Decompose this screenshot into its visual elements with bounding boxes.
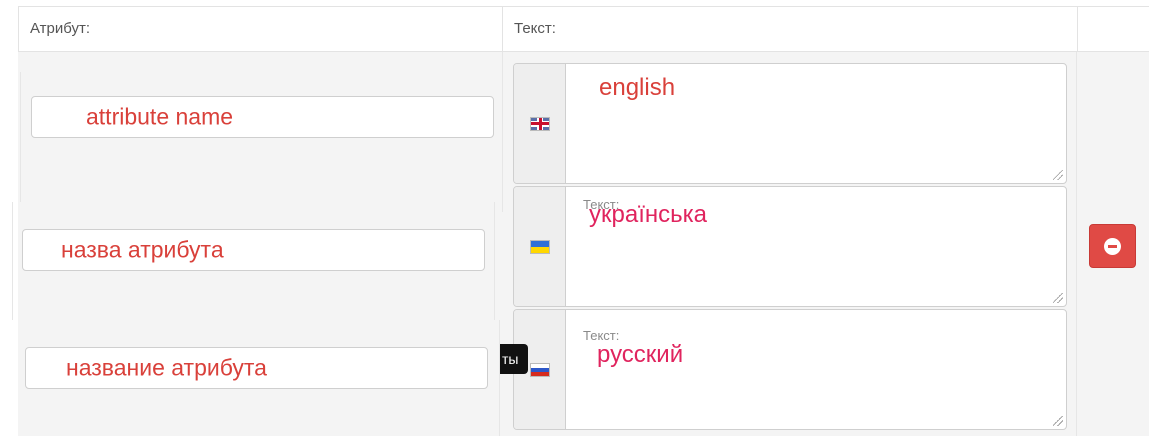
- column-divider: [12, 202, 13, 320]
- table-header: Атрибут: Текст:: [18, 6, 1149, 52]
- ua-flag-icon: [530, 239, 550, 254]
- resize-handle-icon[interactable]: [1053, 416, 1063, 426]
- ru-flag-icon: [530, 362, 550, 377]
- attribute-name-input-ru[interactable]: название атрибута: [25, 347, 488, 389]
- text-value: русский: [597, 341, 684, 368]
- column-divider: [494, 202, 495, 320]
- text-value: українська: [589, 201, 707, 228]
- attribute-name-value: назва атрибута: [61, 236, 224, 263]
- header-text: Текст:: [514, 20, 556, 37]
- text-value: english: [599, 74, 676, 101]
- tooltip: ты: [500, 344, 528, 374]
- text-input-group-uk: Текст: українська: [513, 186, 1067, 307]
- text-area-en[interactable]: english: [567, 64, 1066, 183]
- language-addon: [514, 187, 566, 306]
- attributes-editor: Атрибут: Текст: attribute name назва атр…: [0, 0, 1149, 436]
- resize-handle-icon[interactable]: [1053, 293, 1063, 303]
- attribute-name-value: attribute name: [86, 103, 234, 130]
- language-addon: [514, 64, 566, 183]
- remove-row-button[interactable]: [1089, 224, 1136, 268]
- text-input-group-en: english: [513, 63, 1067, 184]
- text-area-uk[interactable]: Текст: українська: [567, 187, 1066, 306]
- column-divider: [20, 72, 21, 202]
- column-divider: [502, 52, 503, 212]
- minus-circle-icon: [1104, 237, 1121, 255]
- column-divider: [499, 320, 500, 436]
- attribute-name-input-uk[interactable]: назва атрибута: [22, 229, 485, 271]
- resize-handle-icon[interactable]: [1053, 170, 1063, 180]
- attribute-name-value: название атрибута: [66, 354, 267, 381]
- uk-flag-icon: [530, 116, 550, 131]
- header-divider: [1077, 7, 1078, 51]
- column-divider: [1076, 52, 1077, 436]
- attribute-name-input-en[interactable]: attribute name: [31, 96, 494, 138]
- text-area-ru[interactable]: Текст: русский: [567, 310, 1066, 429]
- header-attribute: Атрибут:: [30, 20, 91, 37]
- text-input-group-ru: Текст: русский: [513, 309, 1067, 430]
